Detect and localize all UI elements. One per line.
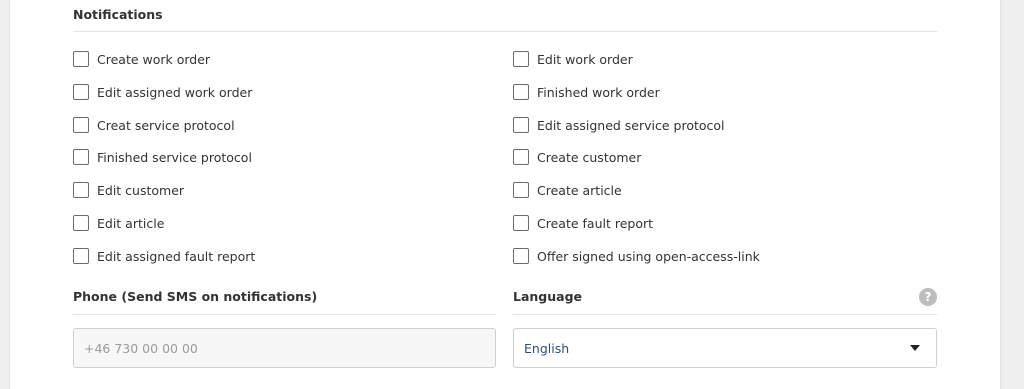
checkbox-label: Edit article [97, 215, 165, 231]
checkbox-box[interactable] [513, 182, 529, 198]
checkbox-offer-signed-open-access-link[interactable]: Offer signed using open-access-link [513, 246, 760, 266]
checkbox-label: Create customer [537, 149, 642, 165]
checkbox-box[interactable] [513, 84, 529, 100]
checkbox-label: Edit assigned work order [97, 84, 253, 100]
language-selected-value: English [524, 340, 570, 356]
checkbox-label: Edit assigned fault report [97, 248, 256, 264]
checkbox-label: Edit customer [97, 182, 185, 198]
checkbox-label: Edit assigned service protocol [537, 117, 725, 133]
checkbox-finished-service-protocol[interactable]: Finished service protocol [73, 147, 252, 167]
checkbox-label: Offer signed using open-access-link [537, 248, 760, 264]
checkbox-box[interactable] [73, 149, 89, 165]
phone-label: Phone (Send SMS on notifications) [73, 289, 318, 304]
checkbox-create-article[interactable]: Create article [513, 180, 622, 200]
help-icon[interactable]: ? [919, 288, 937, 306]
checkbox-create-work-order[interactable]: Create work order [73, 49, 210, 69]
phone-input[interactable] [73, 328, 496, 368]
checkbox-label: Create article [537, 182, 622, 198]
checkbox-box[interactable] [73, 51, 89, 67]
checkbox-edit-work-order[interactable]: Edit work order [513, 49, 633, 69]
checkbox-finished-work-order[interactable]: Finished work order [513, 82, 660, 102]
checkbox-creat-service-protocol[interactable]: Creat service protocol [73, 115, 235, 135]
checkbox-box[interactable] [513, 51, 529, 67]
divider [73, 314, 496, 315]
checkbox-edit-assigned-work-order[interactable]: Edit assigned work order [73, 82, 252, 102]
checkbox-label: Creat service protocol [97, 117, 235, 133]
checkbox-box[interactable] [73, 248, 89, 264]
language-label: Language [513, 289, 583, 304]
checkbox-edit-assigned-fault-report[interactable]: Edit assigned fault report [73, 246, 255, 266]
checkbox-box[interactable] [513, 149, 529, 165]
checkbox-box[interactable] [513, 117, 529, 133]
checkbox-label: Create fault report [537, 215, 654, 231]
language-select[interactable]: English [513, 328, 937, 368]
checkbox-box[interactable] [513, 215, 529, 231]
checkbox-create-customer[interactable]: Create customer [513, 147, 641, 167]
checkbox-box[interactable] [73, 84, 89, 100]
checkbox-label: Create work order [97, 51, 211, 67]
checkbox-label: Finished work order [537, 84, 660, 100]
checkbox-box[interactable] [73, 215, 89, 231]
checkbox-box[interactable] [73, 117, 89, 133]
checkbox-box[interactable] [73, 182, 89, 198]
notifications-heading: Notifications [73, 7, 163, 22]
checkbox-box[interactable] [513, 248, 529, 264]
checkbox-label: Finished service protocol [97, 149, 252, 165]
divider [513, 314, 937, 315]
chevron-down-icon [910, 345, 920, 351]
checkbox-edit-assigned-service-protocol[interactable]: Edit assigned service protocol [513, 115, 725, 135]
checkbox-create-fault-report[interactable]: Create fault report [513, 213, 653, 233]
checkbox-edit-customer[interactable]: Edit customer [73, 180, 184, 200]
checkbox-label: Edit work order [537, 51, 633, 67]
checkbox-edit-article[interactable]: Edit article [73, 213, 164, 233]
divider [73, 31, 937, 32]
